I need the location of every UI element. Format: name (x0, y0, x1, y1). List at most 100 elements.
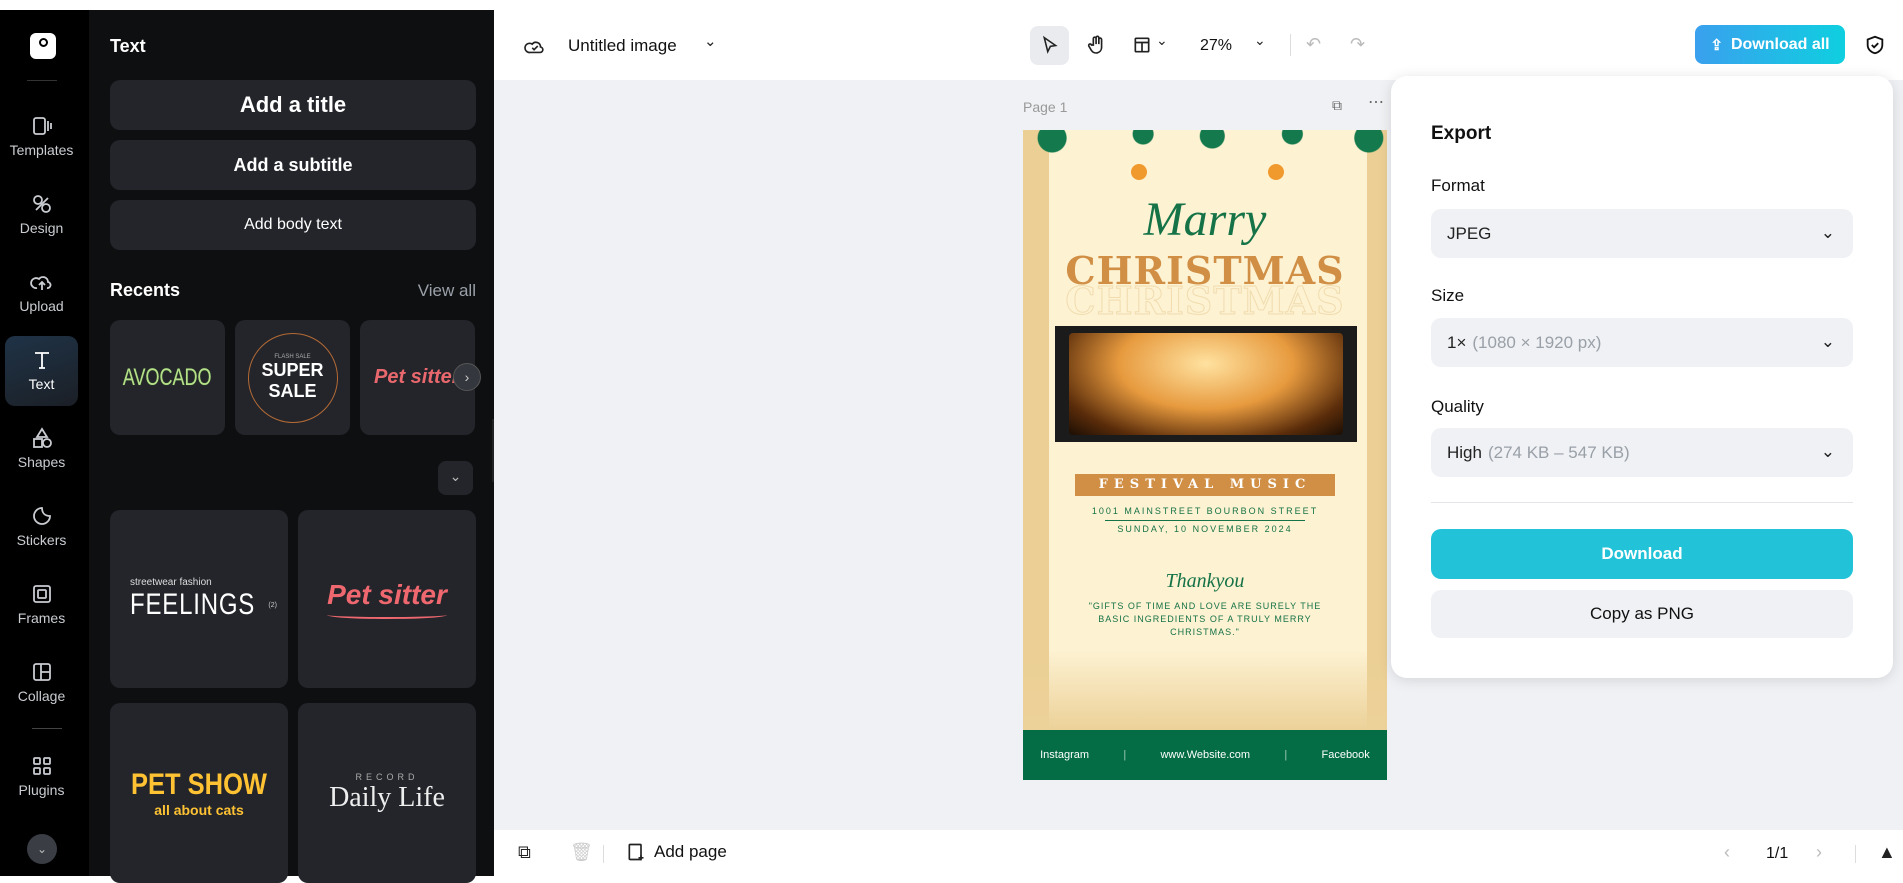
template-text: Pet sitter (327, 579, 447, 610)
chevron-down-icon[interactable]: ⌄ (1156, 32, 1168, 49)
add-page-copy-icon[interactable]: ⧉ (518, 842, 531, 863)
ticket-photo (1055, 326, 1357, 442)
trash-icon[interactable]: 🗑 (570, 842, 593, 863)
hand-tool-icon[interactable] (1086, 34, 1108, 56)
chevron-down-icon: ⌄ (1820, 223, 1835, 242)
template-text: streetwear fashion (130, 576, 212, 588)
select-tool-button[interactable] (1030, 26, 1069, 65)
chevron-down-icon[interactable]: ⌄ (704, 32, 717, 50)
divider (1290, 34, 1291, 56)
add-subtitle-button[interactable]: Add a subtitle (110, 140, 476, 190)
recent-text: SUPER (261, 359, 324, 380)
divider (1855, 845, 1856, 863)
footer-facebook: Facebook (1321, 749, 1370, 761)
zoom-level[interactable]: 27% (1200, 37, 1232, 55)
expand-pages-icon[interactable]: ▲ (1878, 842, 1896, 863)
rail-item-upload[interactable]: Upload (5, 258, 78, 328)
template-text: FEELINGS (130, 587, 256, 621)
rail-label: Design (19, 220, 64, 236)
rail-label: Stickers (16, 532, 67, 548)
recent-text-super-sale[interactable]: FLASH SALE SUPER SALE (235, 320, 350, 435)
recent-text: Pet sitter (374, 366, 460, 388)
shield-check-icon[interactable] (1864, 34, 1886, 56)
holly-decoration (1023, 130, 1387, 170)
size-detail: (1080 × 1920 px) (1472, 332, 1602, 352)
download-all-button[interactable]: ⇪ Download all (1695, 25, 1845, 64)
shapes-icon (32, 427, 52, 448)
poster-script-title: Marry (1143, 193, 1267, 246)
recent-text: SALE (268, 380, 317, 401)
size-select[interactable]: 1× (1080 × 1920 px) ⌄ (1431, 318, 1853, 367)
add-title-button[interactable]: Add a title (110, 80, 476, 130)
poster-quote: "GIFTS OF TIME AND LOVE ARE SURELY THE B… (1088, 601, 1322, 637)
download-button[interactable]: Download (1431, 529, 1853, 579)
expand-recents-button[interactable]: ⌄ (438, 461, 473, 495)
top-toolbar: Untitled image ⌄ ⌄ 27% ⌄ ↶ ↷ ⇪ Download … (494, 10, 1903, 80)
footer-website: www.Website.com (1160, 749, 1251, 761)
rail-label: Plugins (18, 782, 65, 798)
undo-icon[interactable]: ↶ (1306, 34, 1321, 55)
cloud-saved-icon[interactable] (524, 35, 546, 57)
divider: | (1284, 749, 1288, 761)
export-title: Export (1431, 123, 1492, 144)
next-page-icon[interactable]: › (1816, 842, 1822, 863)
template-text: RECORD (355, 772, 419, 782)
chevron-down-icon[interactable]: ⌄ (1254, 32, 1266, 49)
page-indicator: 1/1 (1766, 845, 1789, 862)
trees-decoration (1023, 650, 1387, 730)
share-upload-icon: ⇪ (1710, 36, 1723, 54)
templates-icon (32, 117, 52, 135)
export-popover: Export Format JPEG ⌄ Size 1× (1080 × 192… (1391, 76, 1893, 678)
recents-next-button[interactable]: › (453, 363, 481, 391)
divider (603, 845, 604, 863)
quality-detail: (274 KB – 547 KB) (1487, 442, 1630, 462)
more-rail-button[interactable]: ⌄ (27, 834, 57, 864)
recents-heading: Recents (110, 280, 181, 300)
poster-footer: Instagram | www.Website.com | Facebook (1023, 730, 1387, 780)
more-options-icon[interactable]: ⋯ (1368, 92, 1384, 112)
rail-item-plugins[interactable]: Plugins (5, 742, 78, 812)
left-rail: Templates Design Upload Text Shapes Stic… (0, 10, 89, 876)
quality-value: High (1447, 442, 1482, 462)
chevron-down-icon: ⌄ (449, 468, 462, 484)
page-label: Page 1 (1023, 99, 1068, 115)
chevron-right-icon: › (464, 369, 470, 385)
chevron-down-icon: ⌄ (1820, 442, 1835, 461)
footer-instagram: Instagram (1040, 749, 1090, 761)
template-daily-life[interactable]: RECORD Daily Life (298, 703, 476, 883)
quality-select[interactable]: High (274 KB – 547 KB) ⌄ (1431, 428, 1853, 477)
layout-icon[interactable] (1132, 35, 1152, 55)
rail-item-design[interactable]: Design (5, 180, 78, 250)
poster-page[interactable]: Marry CHRISTMAS CHRISTMAS FESTIVAL MUSIC… (1023, 130, 1387, 780)
bottom-bar: ⧉ 🗑 Add page ‹ 1/1 › ▲ (494, 830, 1903, 876)
template-feelings[interactable]: streetwear fashion FEELINGS (2) (110, 510, 288, 688)
template-pet-sitter[interactable]: Pet sitter (298, 510, 476, 688)
redo-icon[interactable]: ↷ (1350, 34, 1365, 55)
panel-title: Text (110, 36, 146, 56)
format-select[interactable]: JPEG ⌄ (1431, 209, 1853, 258)
prev-page-icon[interactable]: ‹ (1724, 842, 1730, 863)
template-pet-show[interactable]: PET SHOW all about cats (110, 703, 288, 883)
poster-thanks: Thankyou (1165, 570, 1245, 592)
view-all-link[interactable]: View all (418, 281, 476, 301)
document-title[interactable]: Untitled image (568, 36, 677, 56)
text-icon (34, 352, 49, 369)
duplicate-page-icon[interactable]: ⧉ (1332, 97, 1342, 114)
rail-item-collage[interactable]: Collage (5, 648, 78, 718)
ornament (1268, 164, 1284, 180)
rail-item-stickers[interactable]: Stickers (5, 492, 78, 562)
rail-item-text[interactable]: Text (5, 336, 78, 406)
template-text: (2) (268, 602, 277, 610)
app-logo[interactable] (30, 33, 56, 59)
frames-icon (32, 585, 51, 603)
divider: | (1123, 749, 1127, 761)
rail-item-shapes[interactable]: Shapes (5, 414, 78, 484)
add-body-text-button[interactable]: Add body text (110, 200, 476, 250)
copy-as-png-button[interactable]: Copy as PNG (1431, 590, 1853, 638)
recent-text-avocado[interactable]: AVOCADO (110, 320, 225, 435)
rail-item-templates[interactable]: Templates (5, 102, 78, 172)
add-page-icon (628, 843, 644, 861)
rail-item-frames[interactable]: Frames (5, 570, 78, 640)
rail-label: Frames (17, 610, 66, 626)
add-page-button[interactable]: Add page (626, 842, 727, 862)
